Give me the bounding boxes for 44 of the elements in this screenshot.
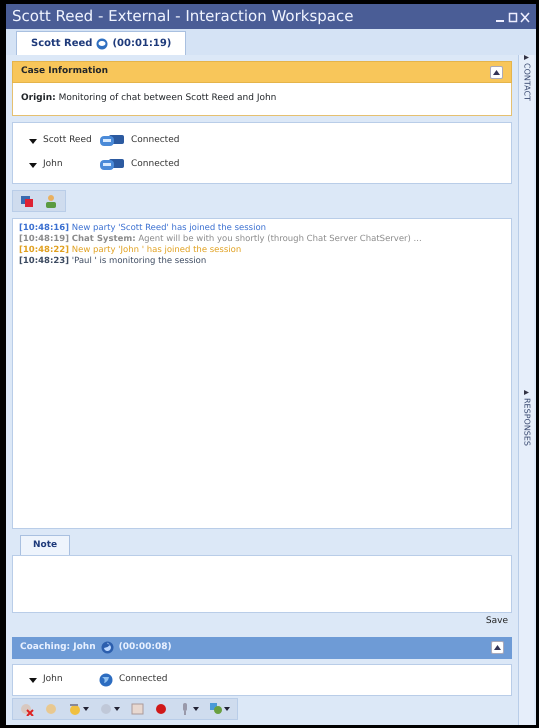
connection-status: Connected [119,672,168,686]
chat-message: [10:48:22] New party 'John ' has joined the session [19,244,242,256]
caret-icon [524,390,529,396]
save-button[interactable]: Save [482,613,512,630]
people-icon [209,702,223,716]
caret-icon[interactable] [29,676,37,684]
side-tab[interactable]: RESPONSES [519,390,534,446]
chevron-up-icon [494,645,501,650]
section-title: Coaching: John [20,640,96,654]
caret-icon [114,707,120,711]
side-tab[interactable]: CONTACT [519,55,534,100]
close-icon[interactable] [520,10,530,22]
person-icon [44,194,58,208]
collapse-button[interactable] [491,641,504,654]
party-name: Scott Reed [43,134,93,147]
caret-icon[interactable] [29,136,37,144]
chevron-up-icon [493,70,500,74]
note-field[interactable] [12,555,512,613]
record-icon [154,702,168,716]
chat-message: [10:48:23] 'Paul ' is monitoring the session [19,256,208,266]
caret-icon [83,707,89,711]
note-tab[interactable]: Note [20,534,70,555]
chat-message: [10:48:16] New party 'Scott Reed' has joined the session [19,222,268,234]
party-name: John [43,672,64,686]
collapse-button[interactable] [490,66,503,78]
keypad-icon [130,702,144,716]
origin-text: Origin: Monitoring of chat between Scott Reed and John [12,83,512,116]
caret-icon [193,707,199,711]
interaction-tab[interactable]: Scott Reed (00:01:19) [16,31,186,55]
session-timer: (00:00:08) [118,640,172,654]
caret-icon[interactable] [29,160,37,168]
connection-status: Connected [131,134,180,147]
chat-bubble-icon [96,38,108,50]
chat-message: [10:48:19] Chat System: Agent will be with you shortly (through Chat Server ChatServer) ... [19,234,423,244]
party-name: John [43,158,64,171]
phone-x-icon [20,702,34,716]
section-title: Case Information [21,65,108,78]
caret-icon [224,707,230,711]
maximize-icon[interactable] [508,10,518,22]
chat-end-icon [20,194,34,208]
chat-status-icon [99,158,125,172]
connection-status: Connected [131,158,180,171]
chat-status-icon [99,134,125,148]
window-title: Scott Reed - External - Interaction Workspace [12,6,354,28]
